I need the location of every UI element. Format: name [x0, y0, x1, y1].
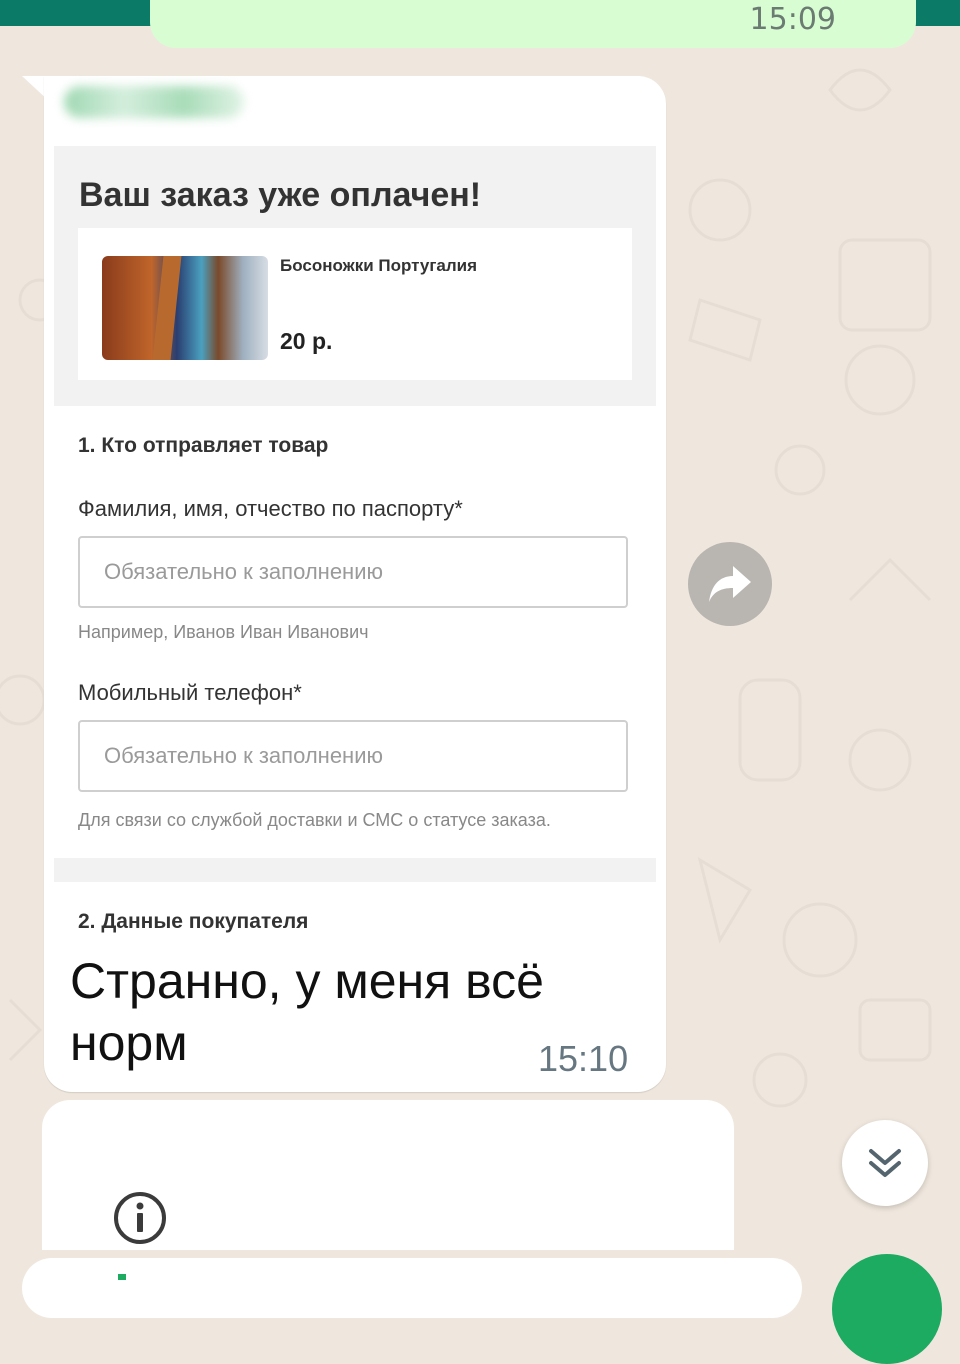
message-time: 15:10: [538, 1038, 629, 1079]
previous-outgoing-message[interactable]: 15:09: [150, 0, 916, 48]
voice-send-button[interactable]: [832, 1254, 942, 1364]
forward-button[interactable]: [688, 542, 772, 626]
message-input-bar[interactable]: [22, 1258, 802, 1318]
product-name: Босоножки Португалия: [280, 256, 478, 275]
order-summary: Ваш заказ уже оплачен! Босоножки Португа…: [54, 146, 656, 406]
section-buyer-title: 2. Данные покупателя: [78, 910, 309, 933]
emoji-icon-partial: [118, 1274, 126, 1280]
attached-screenshot[interactable]: Ваш заказ уже оплачен! Босоножки Португа…: [54, 146, 656, 933]
phone-label: Мобильный телефон*: [78, 680, 302, 705]
sender-name-blurred: [64, 86, 244, 118]
double-chevron-down-icon: [869, 1149, 901, 1177]
info-icon[interactable]: [112, 1190, 168, 1246]
message-text: Странно, у меня всё норм: [70, 950, 610, 1074]
message-text-line: Странно, у меня всё: [70, 953, 544, 1009]
forward-icon: [709, 566, 751, 602]
scroll-to-bottom-button[interactable]: [842, 1120, 928, 1206]
product-price: 20 р.: [280, 328, 333, 354]
previous-message-time: 15:09: [749, 2, 836, 37]
phone-hint: Для связи со службой доставки и СМС о ст…: [78, 810, 551, 830]
message-text-line: норм: [70, 1015, 188, 1071]
phone-input[interactable]: [78, 720, 628, 792]
product-card: Босоножки Португалия 20 р.: [78, 228, 632, 380]
full-name-hint: Например, Иванов Иван Иванович: [78, 622, 369, 642]
full-name-label: Фамилия, имя, отчество по паспорту*: [78, 496, 463, 521]
order-title: Ваш заказ уже оплачен!: [79, 176, 482, 214]
full-name-input[interactable]: [78, 536, 628, 608]
section-divider: [54, 858, 656, 882]
product-image: [102, 256, 268, 360]
section-sender-title: 1. Кто отправляет товар: [78, 434, 329, 457]
